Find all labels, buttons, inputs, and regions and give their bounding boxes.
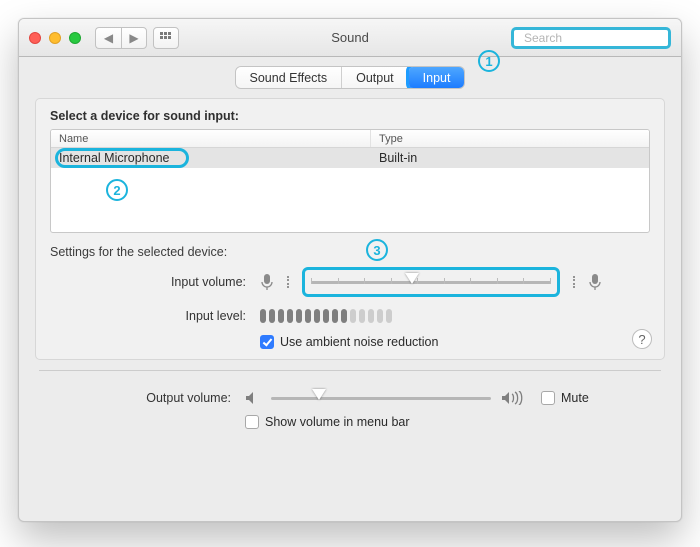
input-volume-label: Input volume:	[50, 275, 260, 289]
input-level-label: Input level:	[50, 309, 260, 323]
forward-button[interactable]: ▶	[121, 27, 147, 49]
tab-sound-effects[interactable]: Sound Effects	[236, 67, 343, 88]
speaker-max-icon	[501, 391, 523, 405]
tab-bar: Sound Effects Output Input	[236, 67, 465, 88]
grid-icon	[160, 32, 172, 44]
titlebar: ◀ ▶ Sound	[19, 19, 681, 57]
mute-label: Mute	[561, 391, 589, 405]
mic-min-icon	[260, 273, 274, 291]
device-table: Name Type Internal Microphone Built-in	[50, 129, 650, 233]
traffic-lights	[29, 32, 81, 44]
menubar-checkbox[interactable]: Show volume in menu bar	[245, 415, 410, 429]
tab-input[interactable]: Input	[409, 67, 465, 88]
input-level-meter	[260, 309, 392, 323]
input-heading: Select a device for sound input:	[50, 109, 650, 123]
mic-max-icon	[588, 273, 602, 291]
help-button[interactable]: ?	[632, 329, 652, 349]
content-area: Sound Effects Output Input 1 Select a de…	[19, 57, 681, 521]
menubar-row: Show volume in menu bar	[35, 415, 665, 429]
input-volume-slider[interactable]	[311, 273, 551, 291]
ambient-row: Use ambient noise reduction	[50, 335, 650, 349]
sound-pref-window: ◀ ▶ Sound Sound Effects Output Input 1 S…	[18, 18, 682, 522]
input-volume-thumb[interactable]	[405, 273, 419, 284]
speaker-min-icon	[245, 391, 261, 405]
checkbox-icon	[260, 335, 274, 349]
ambient-checkbox[interactable]: Use ambient noise reduction	[260, 335, 438, 349]
device-table-header: Name Type	[51, 130, 649, 148]
search-input[interactable]	[522, 30, 681, 46]
nav-buttons: ◀ ▶	[95, 27, 147, 49]
output-volume-slider[interactable]	[271, 389, 491, 407]
ambient-label: Use ambient noise reduction	[280, 335, 438, 349]
input-volume-row: Input volume:	[50, 267, 650, 297]
all-prefs-button[interactable]	[153, 27, 179, 49]
col-type: Type	[371, 130, 649, 147]
zoom-icon[interactable]	[69, 32, 81, 44]
menubar-label: Show volume in menu bar	[265, 415, 410, 429]
device-type: Built-in	[371, 151, 649, 165]
divider	[39, 370, 661, 371]
col-name: Name	[51, 130, 371, 147]
device-settings-heading: Settings for the selected device:	[50, 245, 650, 259]
input-volume-slider-wrap	[302, 267, 560, 297]
mute-checkbox[interactable]: Mute	[541, 391, 589, 405]
back-button[interactable]: ◀	[95, 27, 121, 49]
mic-min-dots	[287, 276, 289, 289]
tab-output[interactable]: Output	[342, 67, 409, 88]
output-volume-thumb[interactable]	[312, 389, 326, 400]
minimize-icon[interactable]	[49, 32, 61, 44]
search-field[interactable]	[511, 27, 671, 49]
device-row[interactable]: Internal Microphone Built-in	[51, 148, 649, 168]
input-group: Select a device for sound input: Name Ty…	[35, 98, 665, 360]
close-icon[interactable]	[29, 32, 41, 44]
output-volume-label: Output volume:	[49, 391, 245, 405]
checkbox-icon	[245, 415, 259, 429]
checkbox-icon	[541, 391, 555, 405]
input-level-row: Input level:	[50, 309, 650, 323]
mic-max-dots	[573, 276, 575, 289]
device-name: Internal Microphone	[51, 151, 371, 165]
output-volume-row: Output volume: Mute	[35, 389, 665, 407]
